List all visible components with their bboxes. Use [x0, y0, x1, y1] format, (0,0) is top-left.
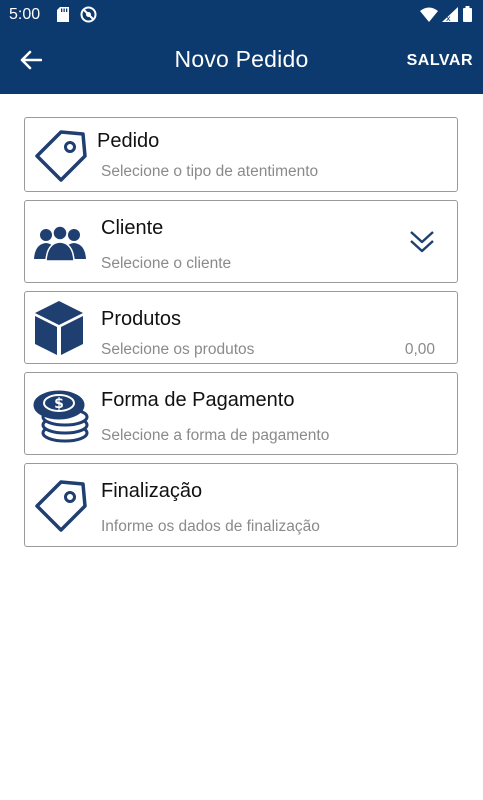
wifi-icon: [420, 7, 438, 27]
svg-text:$: $: [54, 396, 64, 412]
card-title: Forma de Pagamento: [101, 389, 295, 411]
sd-card-icon: [57, 7, 69, 27]
card-title: Cliente: [101, 217, 164, 239]
card-subtitle: Selecione o tipo de atentimento: [101, 163, 319, 180]
card-title: Produtos: [101, 308, 182, 330]
signal-icon: x: [442, 7, 458, 27]
card-subtitle: Selecione a forma de pagamento: [101, 427, 330, 444]
card-subtitle: Selecione os produtos: [101, 341, 255, 358]
users-icon: [34, 225, 86, 266]
app-bar: Novo Pedido SALVAR: [0, 30, 483, 94]
card-finalizacao[interactable]: Finalização Informe os dados de finaliza…: [24, 463, 458, 547]
status-time: 5:00: [9, 6, 41, 23]
svg-text:x: x: [446, 14, 451, 22]
card-title: Pedido: [97, 130, 160, 152]
card-forma-pagamento[interactable]: $ Forma de Pagamento Selecione a forma d…: [24, 372, 458, 455]
card-produtos[interactable]: Produtos Selecione os produtos 0,00: [24, 291, 458, 364]
card-subtitle: Selecione o cliente: [101, 255, 232, 272]
products-total: 0,00: [404, 341, 435, 358]
do-not-disturb-icon: [80, 6, 97, 28]
battery-icon: [463, 6, 472, 27]
tag-icon: [33, 478, 89, 539]
card-subtitle: Informe os dados de finalização: [101, 518, 320, 535]
save-button[interactable]: SALVAR: [407, 52, 473, 70]
card-cliente[interactable]: Cliente Selecione o cliente: [24, 200, 458, 283]
box-icon: [33, 299, 85, 362]
chevron-double-down-icon[interactable]: [409, 229, 435, 258]
card-title: Finalização: [101, 480, 203, 502]
card-pedido[interactable]: Pedido Selecione o tipo de atentimento: [24, 117, 458, 192]
coins-icon: $: [29, 383, 91, 450]
tag-icon: [33, 128, 89, 189]
status-bar: 5:00 x: [0, 0, 483, 30]
